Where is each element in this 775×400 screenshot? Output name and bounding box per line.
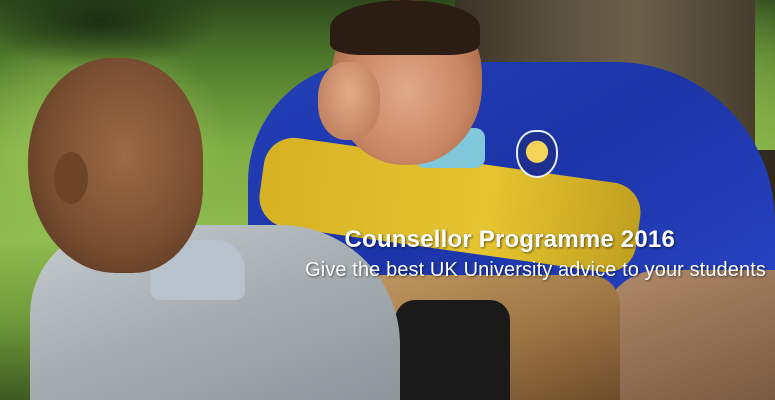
banner-caption: Counsellor Programme 2016 Give the best … [0,224,766,284]
right-person-hair [330,0,480,55]
banner-title: Counsellor Programme 2016 [344,226,675,253]
hero-banner[interactable]: Counsellor Programme 2016 Give the best … [0,0,775,400]
dark-bag [395,300,510,400]
right-person-legs [600,270,775,400]
jacket-crest-icon [516,130,558,178]
banner-subtitle: Give the best UK University advice to yo… [305,259,766,281]
left-person-ear [54,152,88,204]
right-person-hand [318,62,380,140]
